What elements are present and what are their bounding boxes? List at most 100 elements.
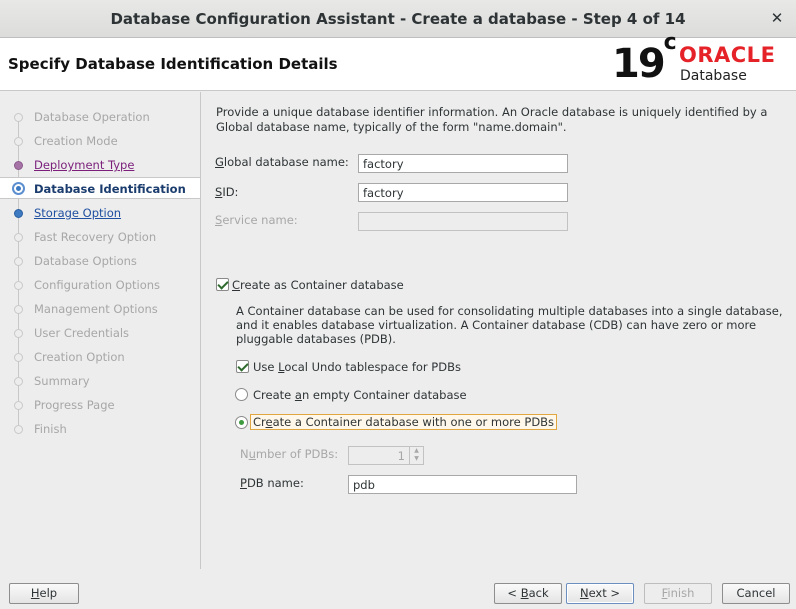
label-text: DB name: <box>246 476 304 490</box>
page-title: Specify Database Identification Details <box>8 55 338 73</box>
mnemonic-char: N <box>579 586 589 600</box>
mnemonic-char: G <box>215 155 224 169</box>
step-indicator-icon <box>14 329 23 338</box>
label-text: lobal database name: <box>223 155 349 169</box>
local-undo-checkbox[interactable] <box>236 360 249 373</box>
label-text: ervice name: <box>222 213 298 227</box>
mnemonic-char: P <box>240 476 247 490</box>
version-logo: 19c <box>612 30 677 87</box>
label-text: mber of PDBs: <box>255 447 339 461</box>
step-indicator-icon <box>14 353 23 362</box>
step-progress-page: Progress Page <box>0 394 200 416</box>
label-text: ate a Container database with one or mor… <box>272 415 555 429</box>
step-deployment-type[interactable]: Deployment Type <box>0 154 200 176</box>
label-text: Use <box>253 360 279 374</box>
mnemonic-char: a <box>294 388 302 402</box>
step-label: Progress Page <box>34 398 115 412</box>
button-label: ext > <box>588 586 621 600</box>
step-creation-option: Creation Option <box>0 346 200 368</box>
global-db-name-label: Global database name: <box>215 155 349 169</box>
step-database-operation: Database Operation <box>0 106 200 128</box>
version-number: 19 <box>612 41 666 87</box>
back-button[interactable]: < Back <box>494 583 562 604</box>
step-label: User Credentials <box>34 326 130 340</box>
step-configuration-options: Configuration Options <box>0 274 200 296</box>
container-db-checkbox[interactable] <box>216 278 229 291</box>
empty-container-radio[interactable] <box>235 388 248 401</box>
num-pdbs-value: 1 <box>397 449 405 463</box>
step-label: Management Options <box>34 302 158 316</box>
pdb-container-label[interactable]: Create a Container database with one or … <box>250 414 558 430</box>
oracle-logo: ORACLE <box>679 43 776 67</box>
service-name-input <box>358 212 568 231</box>
step-indicator-icon <box>14 137 23 146</box>
step-summary: Summary <box>0 370 200 392</box>
step-indicator-icon <box>14 161 23 170</box>
service-name-label: Service name: <box>215 213 298 227</box>
mnemonic-char: e <box>265 415 273 429</box>
num-pdbs-label: Number of PDBs: <box>240 447 338 461</box>
close-icon[interactable]: ✕ <box>768 9 786 27</box>
step-current-icon <box>12 182 25 195</box>
label-text: ocal Undo tablespace for PDBs <box>284 360 461 374</box>
step-indicator-icon <box>14 281 23 290</box>
step-label: Database Options <box>34 254 137 268</box>
step-management-options: Management Options <box>0 298 200 320</box>
product-name: Database <box>680 68 747 84</box>
step-label[interactable]: Storage Option <box>34 206 121 220</box>
pdb-name-input[interactable] <box>348 475 577 494</box>
mnemonic-char: B <box>520 586 529 600</box>
window-title: Database Configuration Assistant - Creat… <box>110 10 686 28</box>
step-indicator-icon <box>14 209 23 218</box>
step-indicator-icon <box>14 305 23 314</box>
intro-text: Provide a unique database identifier inf… <box>216 105 768 134</box>
step-indicator-icon <box>14 257 23 266</box>
step-user-credentials: User Credentials <box>0 322 200 344</box>
spinner-arrows-icon: ▲ ▼ <box>409 447 423 464</box>
pdb-container-radio[interactable] <box>235 416 248 429</box>
page-header: Specify Database Identification Details … <box>0 30 796 91</box>
mnemonic-char: u <box>248 447 256 461</box>
step-label[interactable]: Deployment Type <box>34 158 134 172</box>
step-label: Creation Option <box>34 350 125 364</box>
sid-input[interactable] <box>358 183 568 202</box>
step-indicator-icon <box>14 425 23 434</box>
finish-button: Finish <box>644 583 712 604</box>
container-db-label[interactable]: Create as Container database <box>232 278 404 292</box>
button-label: inish <box>667 586 695 600</box>
next-button[interactable]: Next > <box>566 583 634 604</box>
step-label: Fast Recovery Option <box>34 230 157 244</box>
step-finish: Finish <box>0 418 200 440</box>
step-label: Finish <box>34 422 67 436</box>
step-database-identification: Database Identification <box>0 177 200 199</box>
step-creation-mode: Creation Mode <box>0 130 200 152</box>
help-button[interactable]: Help <box>9 583 79 604</box>
mnemonic-char: C <box>232 278 241 292</box>
step-label: Database Identification <box>34 182 186 196</box>
container-description: A Container database can be used for con… <box>236 304 783 346</box>
global-db-name-input[interactable] <box>358 154 568 173</box>
cancel-button[interactable]: Cancel <box>722 583 790 604</box>
label-text: Create <box>253 388 295 402</box>
button-label: elp <box>39 586 58 600</box>
label-text: reate as Container database <box>240 278 404 292</box>
mnemonic-char: H <box>30 586 40 600</box>
button-label: < <box>507 586 521 600</box>
step-storage-option[interactable]: Storage Option <box>0 202 200 224</box>
label-text: Cr <box>253 415 266 429</box>
empty-container-label[interactable]: Create an empty Container database <box>253 388 467 402</box>
local-undo-label[interactable]: Use Local Undo tablespace for PDBs <box>253 360 461 374</box>
step-indicator-icon <box>14 377 23 386</box>
label-text: ID: <box>222 185 239 199</box>
step-indicator-icon <box>14 401 23 410</box>
main-content: Provide a unique database identifier inf… <box>202 92 796 569</box>
pdb-name-label: PDB name: <box>240 476 304 490</box>
steps-sidebar: Database Operation Creation Mode Deploym… <box>0 92 201 569</box>
button-label: ack <box>528 586 549 600</box>
label-text: N <box>240 447 249 461</box>
step-label: Creation Mode <box>34 134 118 148</box>
step-fast-recovery-option: Fast Recovery Option <box>0 226 200 248</box>
sid-label: SID: <box>215 185 238 199</box>
step-indicator-icon <box>14 113 23 122</box>
step-indicator-icon <box>14 233 23 242</box>
